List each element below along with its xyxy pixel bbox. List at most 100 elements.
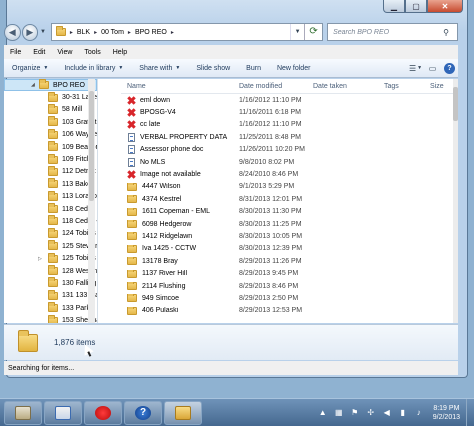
wireless-icon[interactable]: ✢ xyxy=(365,407,377,419)
back-button[interactable]: ◀ xyxy=(4,23,21,41)
breadcrumb-bpo-reo[interactable]: BPO REO xyxy=(135,29,167,36)
menu-help[interactable]: Help xyxy=(107,49,133,56)
nav-item[interactable]: 153 Sherman xyxy=(4,314,97,323)
recent-pages-dropdown[interactable]: ▼ xyxy=(39,29,47,35)
nav-item[interactable]: 124 Tobias xyxy=(4,227,97,240)
folder-icon xyxy=(48,153,58,164)
share-with-button[interactable]: Share with ▼ xyxy=(131,65,188,72)
nav-item[interactable]: 130 Falling Le xyxy=(4,277,97,289)
nav-item[interactable]: 118 Cedar - E xyxy=(4,215,97,227)
taskbar-explorer[interactable] xyxy=(164,400,202,425)
list-item[interactable]: 13178 Bray 8/29/2013 11:26 PM xyxy=(121,255,458,267)
nav-item-root[interactable]: ◢ BPO REO xyxy=(4,79,97,92)
include-in-library-button[interactable]: Include in library ▼ xyxy=(56,65,131,72)
file-list-scrollbar[interactable] xyxy=(453,79,458,323)
new-folder-button[interactable]: New folder xyxy=(269,65,318,72)
preview-pane-button[interactable]: ▭ xyxy=(424,61,441,75)
nav-scrollbar[interactable] xyxy=(88,79,95,323)
slide-show-button[interactable]: Slide show xyxy=(188,65,238,72)
folder-icon xyxy=(48,190,58,201)
forward-button[interactable]: ▶ xyxy=(21,23,39,41)
list-item[interactable]: 1611 Copeman - EML 8/30/2013 11:30 PM xyxy=(121,206,458,218)
list-item[interactable]: Iva 1425 - CCTW 8/30/2013 12:39 PM xyxy=(121,243,458,255)
list-item[interactable]: VERBAL PROPERTY DATA 11/25/2011 8:48 PM xyxy=(121,131,458,143)
nav-item[interactable]: 112 Detroit xyxy=(4,165,97,178)
menu-file[interactable]: File xyxy=(4,49,27,56)
burn-button[interactable]: Burn xyxy=(238,65,269,72)
nav-item[interactable]: 103 Gratiot xyxy=(4,116,97,128)
menu-edit[interactable]: Edit xyxy=(27,49,51,56)
red-x-icon-glyph xyxy=(127,96,136,105)
list-item[interactable]: 4447 Wilson 9/1/2013 5:29 PM xyxy=(121,181,458,193)
column-date-modified[interactable]: Date modified xyxy=(237,83,310,90)
taskbar-help-app[interactable]: ? xyxy=(124,400,162,425)
action-center-icon[interactable]: ⚑ xyxy=(349,407,361,419)
list-item[interactable]: 6098 Hedgerow 8/30/2013 11:25 PM xyxy=(121,218,458,230)
breadcrumb-separator-icon[interactable]: ▸ xyxy=(128,29,131,36)
breadcrumb-blk[interactable]: BLK xyxy=(77,29,90,36)
list-item[interactable]: BPOSG-V4 11/16/2011 6:18 PM xyxy=(121,106,458,118)
power-icon[interactable]: ▮ xyxy=(397,407,409,419)
nav-scroll-thumb[interactable] xyxy=(89,91,94,201)
collapse-arrow-icon[interactable]: ◢ xyxy=(31,82,35,88)
list-item[interactable]: No MLS 9/8/2010 8:02 PM xyxy=(121,156,458,168)
taskbar-app-3[interactable] xyxy=(84,400,122,425)
organize-button[interactable]: Organize ▼ xyxy=(4,65,56,72)
tray-expand-icon[interactable]: ▲ xyxy=(317,407,329,419)
address-bar[interactable]: ▸ BLK ▸ 00 Tom ▸ BPO REO ▸ ▼ ⟳ xyxy=(50,23,324,41)
view-options-button[interactable]: ☰ ▼ xyxy=(407,61,424,75)
list-item[interactable]: 2114 Flushing 8/29/2013 8:46 PM xyxy=(121,280,458,292)
list-item[interactable]: eml down 1/16/2012 11:10 PM xyxy=(121,94,458,106)
address-dropdown[interactable]: ▼ xyxy=(290,24,304,40)
menu-tools[interactable]: Tools xyxy=(78,49,106,56)
nav-item[interactable]: 113 Baker xyxy=(4,178,97,190)
nav-item[interactable]: 125 Stewart xyxy=(4,240,97,252)
nav-item[interactable]: 131 133 Mapl xyxy=(4,289,97,302)
minimize-button[interactable]: ▁ xyxy=(383,0,405,13)
volume-icon[interactable]: ◀ xyxy=(381,407,393,419)
nav-item[interactable]: 106 Wayne xyxy=(4,128,97,141)
list-item[interactable]: 949 Simcoe 8/29/2013 2:50 PM xyxy=(121,292,458,304)
breadcrumb-separator-icon[interactable]: ▸ xyxy=(70,29,73,36)
breadcrumb-separator-icon[interactable]: ▸ xyxy=(94,29,97,36)
nav-item[interactable]: 113 Lorado xyxy=(4,190,97,203)
nav-item[interactable]: 30-31 Lakevie xyxy=(4,91,97,103)
nav-item[interactable]: 109 Fitch xyxy=(4,153,97,165)
search-input[interactable] xyxy=(333,28,444,36)
nav-item[interactable]: 118 Cedar xyxy=(4,203,97,215)
speaker-icon[interactable]: ♪ xyxy=(413,407,425,419)
list-item[interactable]: 1412 Ridgelawn 8/30/2013 10:05 PM xyxy=(121,230,458,242)
nav-item[interactable]: 109 Beacon P xyxy=(4,141,97,153)
breadcrumb-00-tom[interactable]: 00 Tom xyxy=(101,29,124,36)
taskbar-app-1[interactable] xyxy=(4,400,42,425)
search-box[interactable]: ⚲ xyxy=(327,23,459,41)
list-item[interactable]: cc late 1/16/2012 11:10 PM xyxy=(121,119,458,131)
nav-item[interactable]: 128 Westmor xyxy=(4,265,97,277)
breadcrumb-separator-icon[interactable]: ▸ xyxy=(171,29,174,36)
column-tags[interactable]: Tags xyxy=(381,83,427,90)
clock[interactable]: 8:19 PM 9/2/2013 xyxy=(433,404,460,422)
file-date-modified: 11/16/2011 6:18 PM xyxy=(239,109,302,117)
file-date-modified: 8/29/2013 8:46 PM xyxy=(239,282,299,290)
show-desktop-button[interactable] xyxy=(466,399,474,426)
expand-arrow-icon[interactable]: ▷ xyxy=(38,256,42,262)
list-item[interactable]: Image not available 8/24/2010 8:46 PM xyxy=(121,168,458,180)
list-item[interactable]: 4374 Kestrel 8/31/2013 12:01 PM xyxy=(121,193,458,205)
refresh-button[interactable]: ⟳ xyxy=(304,24,322,40)
list-item[interactable]: Assessor phone doc 11/26/2011 10:20 PM xyxy=(121,144,458,156)
folder-icon xyxy=(39,79,49,90)
taskbar-app-2[interactable] xyxy=(44,400,82,425)
file-name: 4374 Kestrel xyxy=(142,195,182,203)
list-item[interactable]: 406 Pulaski 8/29/2013 12:53 PM xyxy=(121,305,458,317)
close-button[interactable]: ✕ xyxy=(427,0,463,13)
column-name[interactable]: Name xyxy=(121,83,237,90)
maximize-button[interactable]: ▢ xyxy=(405,0,427,13)
nav-item[interactable]: 58 Mill xyxy=(4,103,97,116)
nav-item[interactable]: ▷ 125 Tobias xyxy=(4,252,97,264)
column-date-taken[interactable]: Date taken xyxy=(310,83,381,90)
menu-view[interactable]: View xyxy=(51,49,78,56)
network-icon[interactable]: ▦ xyxy=(333,407,345,419)
help-button[interactable]: ? xyxy=(441,61,458,75)
nav-item[interactable]: 133 Park xyxy=(4,302,97,314)
list-item[interactable]: 1137 River Hill 8/29/2013 9:45 PM xyxy=(121,267,458,279)
